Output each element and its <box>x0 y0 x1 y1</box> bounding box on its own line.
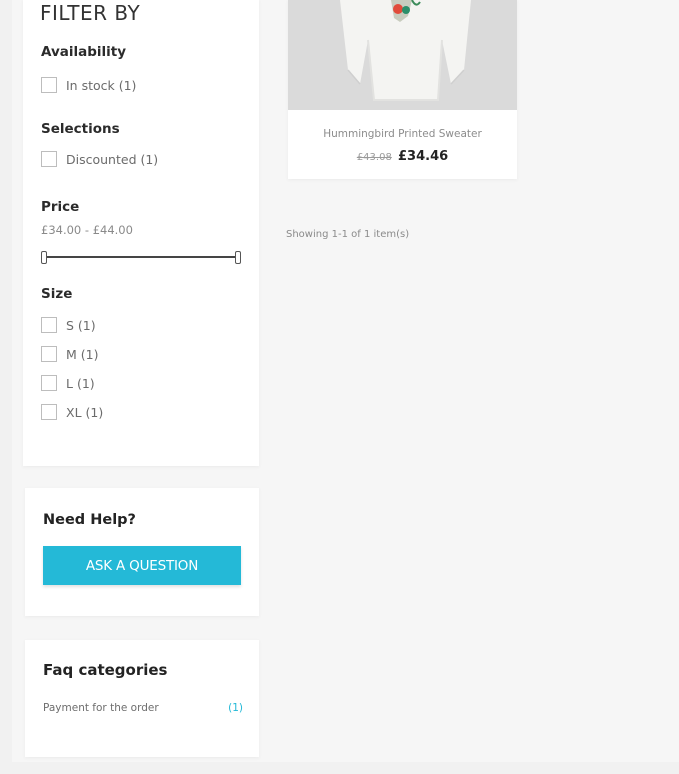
sweater-image <box>288 0 517 110</box>
results-count: Showing 1-1 of 1 item(s) <box>286 229 410 240</box>
checkbox[interactable] <box>41 77 57 93</box>
filter-option-label: L (1) <box>66 375 95 391</box>
product-new-price: £34.46 <box>398 149 449 164</box>
facet-title-selections: Selections <box>41 121 120 137</box>
product-old-price: £43.08 <box>356 152 392 163</box>
filter-option-size-xl[interactable]: XL (1) <box>41 404 103 420</box>
price-range-text: £34.00 - £44.00 <box>41 223 133 237</box>
filter-option-size-s[interactable]: S (1) <box>41 317 96 333</box>
facet-title-size: Size <box>41 286 73 302</box>
help-card: Need Help? ASK A QUESTION <box>25 488 259 616</box>
faq-category-count: (1) <box>228 702 243 714</box>
filter-option-in-stock[interactable]: In stock (1) <box>41 77 136 93</box>
help-title: Need Help? <box>43 512 136 528</box>
facet-title-availability: Availability <box>41 44 127 60</box>
faq-category-label[interactable]: Payment for the order <box>43 702 159 714</box>
filter-option-size-l[interactable]: L (1) <box>41 375 95 391</box>
price-slider-min-handle[interactable] <box>41 251 47 264</box>
product-name[interactable]: Hummingbird Printed Sweater <box>288 128 517 140</box>
price-slider[interactable] <box>41 251 241 264</box>
filter-option-discounted[interactable]: Discounted (1) <box>41 151 158 167</box>
filter-title: FILTER BY <box>40 1 141 25</box>
price-slider-max-handle[interactable] <box>235 251 241 264</box>
filter-option-label: In stock (1) <box>66 77 137 93</box>
filter-option-label: S (1) <box>66 317 96 333</box>
filter-option-size-m[interactable]: M (1) <box>41 346 98 362</box>
filter-panel: FILTER BY Availability In stock (1) Sele… <box>23 0 259 466</box>
ask-question-button[interactable]: ASK A QUESTION <box>43 546 241 585</box>
checkbox[interactable] <box>41 375 57 391</box>
filter-option-label: M (1) <box>66 346 99 362</box>
checkbox[interactable] <box>41 151 57 167</box>
product-price: £43.08 £34.46 <box>288 149 517 164</box>
product-image[interactable] <box>288 0 517 110</box>
checkbox[interactable] <box>41 404 57 420</box>
product-card[interactable]: Hummingbird Printed Sweater £43.08 £34.4… <box>288 0 517 179</box>
price-slider-track <box>44 256 238 258</box>
checkbox[interactable] <box>41 346 57 362</box>
filter-option-label: Discounted (1) <box>66 151 159 167</box>
facet-title-price: Price <box>41 199 80 215</box>
filter-option-label: XL (1) <box>66 404 104 420</box>
checkbox[interactable] <box>41 317 57 333</box>
faq-category-item[interactable]: Payment for the order (1) <box>43 702 243 714</box>
faq-card: Faq categories Payment for the order (1) <box>25 640 259 757</box>
faq-title: Faq categories <box>43 661 168 679</box>
page-background: FILTER BY Availability In stock (1) Sele… <box>12 0 679 762</box>
